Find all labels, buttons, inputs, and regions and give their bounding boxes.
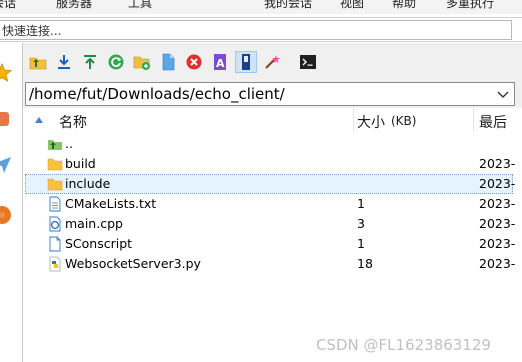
column-header-size[interactable]: 大小 (357, 112, 385, 132)
file-row-sconscript[interactable]: SConscript 1 2023- (25, 234, 516, 254)
file-date: 2023- (479, 156, 516, 171)
file-name: WebsocketServer3.py (65, 256, 201, 271)
python-file-icon (49, 256, 61, 272)
sftp-panel: A /home/fut/Downloads/echo_client/ 名称 大小… (22, 43, 522, 362)
column-divider[interactable] (473, 108, 474, 132)
left-sidebar (0, 43, 12, 362)
quick-connect-input[interactable] (0, 20, 512, 40)
menu-item-view[interactable]: 视图 (340, 0, 364, 11)
text-editor-button[interactable]: A (209, 51, 231, 73)
send-icon[interactable] (0, 155, 12, 175)
column-header-name[interactable]: 名称 (59, 112, 87, 132)
file-list-header: 名称 大小 (KB) 最后 (23, 108, 522, 132)
text-file-icon (49, 196, 61, 212)
new-folder-button[interactable] (131, 51, 153, 73)
file-date: 2023- (479, 256, 516, 271)
upload-icon (84, 55, 96, 69)
macro-icon[interactable] (0, 205, 12, 225)
svg-text:A: A (216, 57, 225, 70)
refresh-icon (108, 54, 124, 70)
file-row-cmakelists[interactable]: CMakeLists.txt 1 2023- (25, 194, 516, 214)
menu-item-session[interactable]: 会话 (0, 0, 16, 11)
cpp-file-icon (49, 216, 61, 232)
file-name: main.cpp (65, 216, 123, 231)
parent-folder-button[interactable] (27, 51, 49, 73)
column-divider[interactable] (353, 108, 354, 132)
text-editor-icon: A (214, 54, 226, 70)
download-button[interactable] (53, 51, 75, 73)
new-file-button[interactable] (157, 51, 179, 73)
magic-button[interactable] (261, 51, 283, 73)
folder-icon (47, 178, 63, 191)
folder-up-icon (29, 57, 47, 70)
refresh-button[interactable] (105, 51, 127, 73)
sort-ascending-icon (35, 117, 43, 123)
parent-folder-icon (48, 140, 62, 150)
delete-icon (186, 54, 202, 70)
menu-item-my-sessions[interactable]: 我的会话 (264, 0, 312, 11)
toggle-icon (242, 54, 250, 70)
star-icon[interactable] (0, 62, 12, 83)
new-file-icon (162, 53, 175, 71)
file-row-main-cpp[interactable]: main.cpp 3 2023- (25, 214, 516, 234)
file-row-build[interactable]: build 2023- (25, 154, 516, 174)
download-icon (58, 55, 70, 69)
file-name: build (65, 156, 96, 171)
file-size: 18 (357, 256, 373, 271)
magic-wand-icon (265, 55, 280, 69)
file-date: 2023- (479, 216, 516, 231)
column-header-modified[interactable]: 最后 (479, 112, 507, 132)
file-size: 1 (357, 236, 365, 251)
terminal-button[interactable] (297, 51, 319, 73)
menu-bar: 会话 服务器 工具 我的会话 视图 帮助 多重执行 (0, 0, 522, 14)
file-name: include (65, 176, 111, 191)
file-row-parent[interactable]: .. (25, 134, 513, 154)
file-list: 名称 大小 (KB) 最后 .. build 2023- include 202… (23, 108, 522, 362)
file-size: 1 (357, 196, 365, 211)
delete-button[interactable] (183, 51, 205, 73)
sftp-toolbar: A (23, 43, 522, 79)
tools-icon[interactable] (0, 109, 12, 129)
file-row-include[interactable]: include 2023- (25, 174, 516, 194)
file-name: CMakeLists.txt (65, 196, 157, 211)
file-size: 3 (357, 216, 365, 231)
toggle-button[interactable] (235, 51, 257, 73)
file-date: 2023- (479, 176, 516, 191)
chevron-down-icon[interactable] (496, 87, 510, 101)
file-row-websocketserver3[interactable]: WebsocketServer3.py 18 2023- (25, 254, 516, 274)
terminal-icon (300, 55, 316, 69)
path-input[interactable]: /home/fut/Downloads/echo_client/ (29, 85, 285, 103)
file-icon (49, 236, 61, 252)
column-header-size-unit: (KB) (391, 114, 417, 128)
menu-item-servers[interactable]: 服务器 (56, 0, 92, 11)
menu-item-tools[interactable]: 工具 (128, 0, 152, 11)
watermark: CSDN @FL1623863129 (316, 336, 491, 354)
menu-item-help[interactable]: 帮助 (392, 0, 416, 11)
file-date: 2023- (479, 196, 516, 211)
upload-button[interactable] (79, 51, 101, 73)
file-name: SConscript (65, 236, 133, 251)
path-combobox[interactable]: /home/fut/Downloads/echo_client/ (25, 82, 515, 106)
folder-icon (47, 158, 63, 171)
file-name: .. (65, 136, 73, 151)
file-date: 2023- (479, 236, 516, 251)
quick-connect-bar (0, 17, 522, 42)
menu-item-multiexec[interactable]: 多重执行 (446, 0, 494, 11)
new-folder-icon (133, 56, 150, 70)
